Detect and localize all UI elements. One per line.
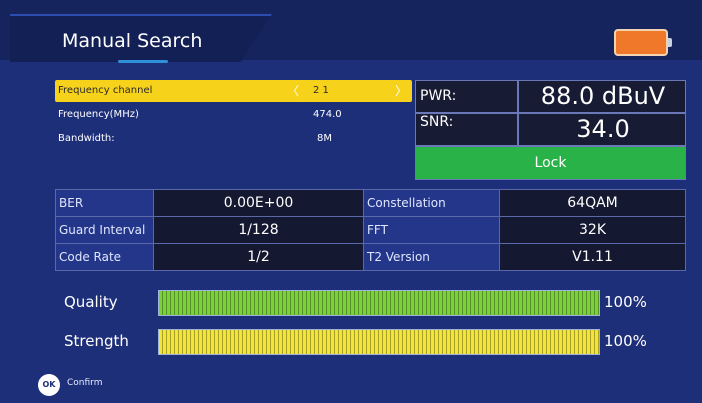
table-row: Guard Interval 1/128 FFT 32K: [55, 216, 686, 244]
constellation-value: 64QAM: [499, 189, 686, 217]
t2-version-label: T2 Version: [363, 243, 500, 271]
t2-version-value: V1.11: [499, 243, 686, 271]
frequency-channel-value: 2 1: [313, 85, 329, 96]
fft-value: 32K: [499, 216, 686, 244]
code-rate-label: Code Rate: [55, 243, 154, 271]
constellation-label: Constellation: [363, 189, 500, 217]
chevron-left-icon[interactable]: 〈: [287, 80, 299, 102]
strength-percent: 100%: [604, 332, 647, 350]
snr-value: 34.0: [576, 115, 630, 143]
table-row: Code Rate 1/2 T2 Version V1.11: [55, 243, 686, 271]
table-row: BER 0.00E+00 Constellation 64QAM: [55, 189, 686, 217]
guard-interval-label: Guard Interval: [55, 216, 154, 244]
ber-label: BER: [55, 189, 154, 217]
fft-label: FFT: [363, 216, 500, 244]
confirm-label: Confirm: [67, 378, 103, 388]
title-underline: [118, 60, 168, 63]
quality-row: Quality 100%: [64, 289, 664, 317]
frequency-value: 474.0: [313, 109, 342, 120]
strength-bar: [158, 329, 600, 355]
pwr-label-cell: PWR:: [415, 80, 518, 113]
pwr-value-cell: 88.0 dBuV: [518, 80, 686, 113]
battery-icon: [614, 29, 672, 56]
quality-label: Quality: [64, 293, 118, 311]
signal-info-table: BER 0.00E+00 Constellation 64QAM Guard I…: [55, 189, 686, 271]
chevron-right-icon[interactable]: 〉: [395, 80, 407, 102]
strength-row: Strength 100%: [64, 328, 664, 356]
ber-value: 0.00E+00: [153, 189, 364, 217]
frequency-row[interactable]: Frequency(MHz) 474.0: [55, 104, 412, 126]
quality-percent: 100%: [604, 293, 647, 311]
strength-label: Strength: [64, 332, 129, 350]
search-params: Frequency channel 〈 2 1 〉 Frequency(MHz)…: [55, 80, 412, 152]
code-rate-value: 1/2: [153, 243, 364, 271]
signal-meter: PWR: 88.0 dBuV SNR: 34.0 Lock: [415, 80, 686, 180]
frequency-label: Frequency(MHz): [58, 109, 139, 120]
quality-bar: [158, 290, 600, 316]
bandwidth-label: Bandwidth:: [58, 133, 115, 144]
snr-label-cell: SNR:: [415, 113, 518, 146]
bandwidth-row[interactable]: Bandwidth: 8M: [55, 128, 412, 150]
ok-icon[interactable]: OK: [38, 374, 60, 396]
battery-terminal: [668, 38, 672, 47]
bandwidth-value: 8M: [317, 133, 332, 144]
frequency-channel-row[interactable]: Frequency channel 〈 2 1 〉: [55, 80, 412, 102]
pwr-value: 88.0 dBuV: [540, 82, 666, 110]
frequency-channel-label: Frequency channel: [58, 85, 153, 96]
strength-bar-fill: [159, 330, 599, 354]
guard-interval-value: 1/128: [153, 216, 364, 244]
page-title: Manual Search: [62, 30, 203, 52]
lock-status: Lock: [415, 146, 686, 180]
quality-bar-fill: [159, 291, 599, 315]
snr-label: SNR:: [420, 114, 454, 130]
battery-body: [614, 29, 668, 56]
snr-value-cell: 34.0: [518, 113, 686, 146]
pwr-label: PWR:: [420, 88, 457, 104]
